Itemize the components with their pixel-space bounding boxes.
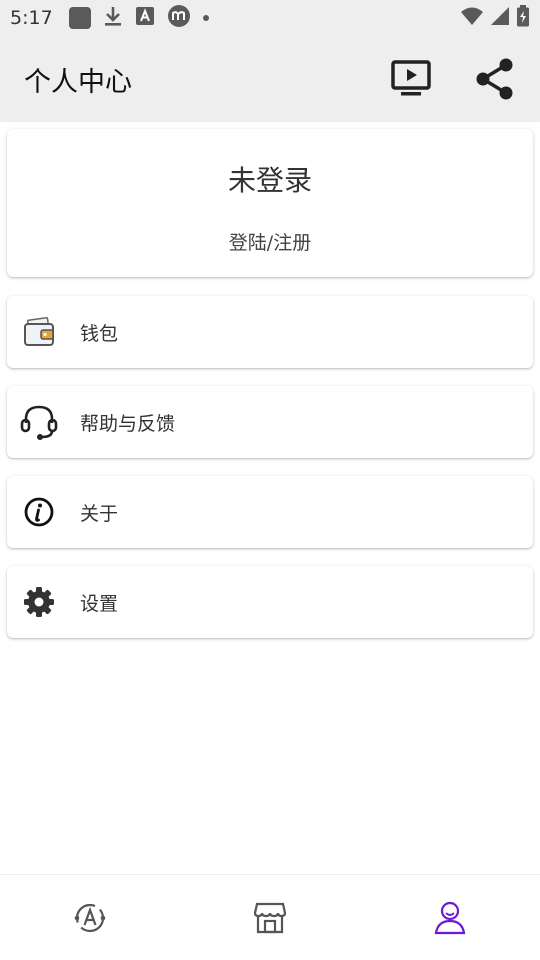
- bottom-nav: [0, 874, 540, 960]
- menu-item-settings[interactable]: 设置: [7, 566, 533, 638]
- gear-icon: [19, 582, 59, 622]
- notification-icons: [68, 4, 209, 32]
- login-card: 未登录 登陆/注册: [7, 129, 533, 277]
- wallet-icon: [19, 312, 59, 352]
- download-icon: [103, 5, 123, 31]
- store-icon: [253, 902, 287, 933]
- share-button[interactable]: [472, 56, 518, 102]
- a-box-icon: [135, 6, 155, 30]
- share-icon: [476, 58, 513, 100]
- translate-orbit-icon: [74, 903, 106, 932]
- menu-item-about[interactable]: 关于: [7, 476, 533, 548]
- menu-item-label: 关于: [80, 502, 119, 525]
- login-register-link[interactable]: 登陆/注册: [7, 228, 533, 255]
- nav-store[interactable]: [240, 888, 300, 948]
- menu-item-label: 设置: [80, 592, 119, 615]
- login-status-text: 未登录: [227, 164, 312, 197]
- m-circle-icon: [167, 4, 191, 32]
- person-icon: [434, 901, 466, 934]
- app-bar: 个人中心: [0, 36, 540, 122]
- app-bar-actions: [388, 56, 518, 102]
- page-title: 个人中心: [24, 66, 132, 98]
- status-time: 5:17: [10, 7, 53, 29]
- menu-item-label: 钱包: [80, 322, 119, 345]
- info-icon: [19, 492, 59, 532]
- menu-item-label: 帮助与反馈: [80, 412, 176, 435]
- signal-icon: [490, 6, 510, 30]
- battery-charging-icon: [516, 5, 530, 31]
- dot-icon: [202, 15, 209, 21]
- app-square-icon: [68, 7, 91, 29]
- headset-icon: [19, 402, 59, 442]
- menu-item-wallet[interactable]: 钱包: [7, 296, 533, 368]
- menu-item-help-feedback[interactable]: 帮助与反馈: [7, 386, 533, 458]
- nav-profile[interactable]: [420, 888, 480, 948]
- system-icons: [460, 5, 530, 31]
- tv-play-icon: [391, 60, 431, 96]
- status-bar: 5:17: [0, 0, 540, 36]
- wifi-icon: [460, 6, 484, 30]
- nav-translate[interactable]: [60, 888, 120, 948]
- tv-play-button[interactable]: [388, 56, 434, 102]
